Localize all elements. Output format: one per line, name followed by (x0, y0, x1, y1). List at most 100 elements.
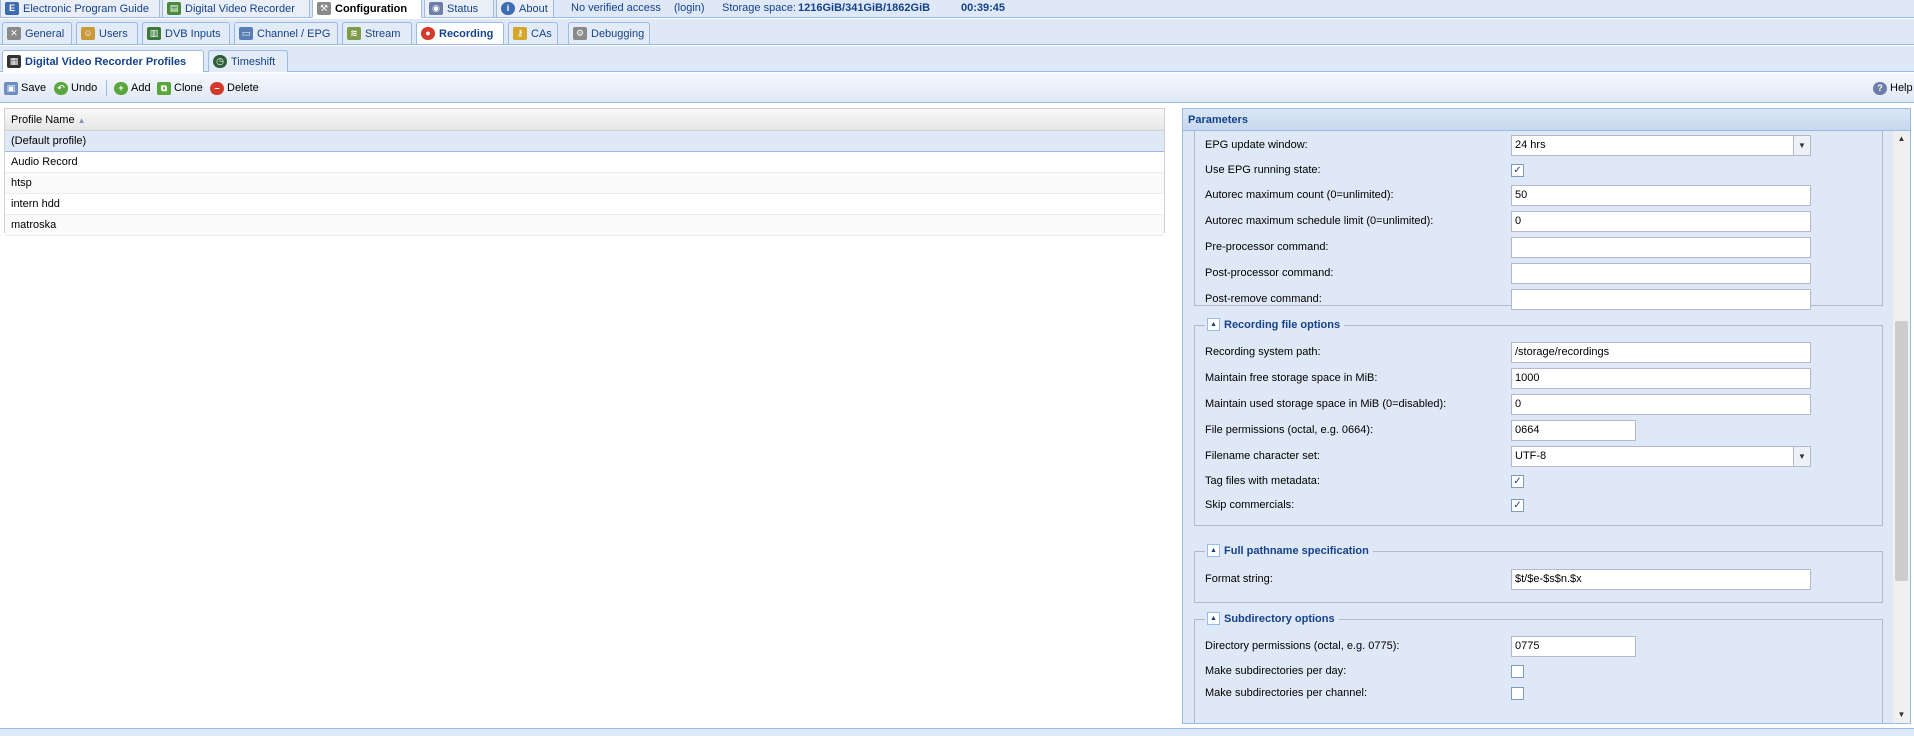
tab-recording[interactable]: ● Recording (416, 22, 504, 44)
post-processor-input[interactable] (1511, 263, 1811, 284)
tab-debugging[interactable]: ⚙ Debugging (568, 22, 650, 44)
legend-label: Recording file options (1224, 318, 1341, 331)
field-label: Post-processor command: (1205, 267, 1334, 279)
tab-label: About (519, 2, 548, 15)
parameters-form: EPG update window: 24 hrs ▼ Use EPG runn… (1183, 131, 1910, 723)
chevron-down-icon[interactable]: ▼ (1793, 447, 1810, 466)
file-permissions-input[interactable]: 0664 (1511, 420, 1636, 441)
tab-dvr[interactable]: ▤ Digital Video Recorder (162, 0, 310, 18)
subdir-per-channel-checkbox[interactable] (1511, 687, 1524, 700)
table-row[interactable]: (Default profile) (5, 131, 1164, 152)
configuration-tab-bar: ✕ General ☺ Users ▥ DVB Inputs ▭ Channel… (0, 19, 1914, 45)
tab-stream[interactable]: ≋ Stream (342, 22, 412, 44)
delete-button[interactable]: – Delete (210, 80, 259, 96)
scroll-thumb[interactable] (1895, 321, 1908, 581)
scroll-up-icon[interactable]: ▲ (1893, 131, 1910, 147)
recording-path-row: Recording system path: /storage/recordin… (1205, 341, 1875, 363)
post-processor-row: Post-processor command: (1205, 262, 1875, 284)
free-space-input[interactable]: 1000 (1511, 368, 1811, 389)
eye-icon: ◉ (429, 2, 443, 15)
autorec-max-count-input[interactable]: 50 (1511, 185, 1811, 206)
recording-file-fieldset: ▲ Recording file options Recording syste… (1194, 318, 1883, 526)
clone-icon: ⧉ (157, 81, 171, 95)
select-value: 24 hrs (1515, 139, 1546, 151)
main-tab-bar: E Electronic Program Guide ▤ Digital Vid… (0, 0, 1914, 18)
field-label: EPG update window: (1205, 139, 1308, 151)
epg-update-window-select[interactable]: 24 hrs ▼ (1511, 135, 1811, 156)
help-button[interactable]: ? Help (1873, 80, 1913, 96)
field-label: File permissions (octal, e.g. 0664): (1205, 424, 1374, 436)
tab-dvb-inputs[interactable]: ▥ DVB Inputs (142, 22, 230, 44)
toolbar-separator (106, 80, 107, 96)
save-button[interactable]: ▣ Save (4, 80, 46, 96)
field-label: Pre-processor command: (1205, 241, 1329, 253)
tab-general[interactable]: ✕ General (2, 22, 72, 44)
file-permissions-row: File permissions (octal, e.g. 0664): 066… (1205, 419, 1875, 441)
subdir-per-day-checkbox[interactable] (1511, 665, 1524, 678)
tab-dvr-profiles[interactable]: ▦ Digital Video Recorder Profiles (2, 50, 204, 72)
field-label: Skip commercials: (1205, 499, 1295, 511)
tab-configuration[interactable]: ⚒ Configuration (312, 0, 422, 18)
tag-metadata-checkbox[interactable]: ✓ (1511, 475, 1524, 488)
tab-channel-epg[interactable]: ▭ Channel / EPG (234, 22, 338, 44)
directory-permissions-input[interactable]: 0775 (1511, 636, 1636, 657)
panel-scrollbar[interactable]: ▲ ▼ (1893, 131, 1910, 723)
collapse-icon[interactable]: ▲ (1207, 544, 1220, 557)
storage-value: 1216GiB/341GiB/1862GiB (798, 2, 931, 14)
collapse-icon[interactable]: ▲ (1207, 318, 1220, 331)
autorec-schedule-limit-input[interactable]: 0 (1511, 211, 1811, 232)
undo-button[interactable]: ↶ Undo (54, 80, 97, 96)
tab-users[interactable]: ☺ Users (76, 22, 138, 44)
add-button[interactable]: + Add (114, 80, 151, 96)
filename-charset-select[interactable]: UTF-8 ▼ (1511, 446, 1811, 467)
fieldset-legend: ▲ Full pathname specification (1205, 544, 1373, 557)
login-link[interactable]: (login) (674, 0, 705, 18)
record-icon: ● (421, 27, 435, 40)
clone-label: Clone (174, 82, 203, 94)
filename-charset-row: Filename character set: UTF-8 ▼ (1205, 445, 1875, 467)
collapse-icon[interactable]: ▲ (1207, 612, 1220, 625)
dvr-profile-icon: ▦ (7, 55, 21, 68)
chevron-down-icon[interactable]: ▼ (1793, 136, 1810, 155)
table-row[interactable]: matroska (5, 215, 1164, 236)
autorec-max-count-row: Autorec maximum count (0=unlimited): 50 (1205, 184, 1875, 206)
field-label: Tag files with metadata: (1205, 475, 1320, 487)
scroll-down-icon[interactable]: ▼ (1893, 707, 1910, 723)
tab-label: Channel / EPG (257, 27, 331, 40)
table-row[interactable]: intern hdd (5, 194, 1164, 215)
key-icon: ⚷ (513, 27, 527, 40)
select-value: UTF-8 (1515, 450, 1547, 462)
field-label: Filename character set: (1205, 450, 1320, 462)
column-title: Profile Name (11, 114, 75, 126)
column-header-profile-name[interactable]: Profile Name ▲ (5, 109, 1164, 131)
pre-processor-row: Pre-processor command: (1205, 236, 1875, 258)
tab-cas[interactable]: ⚷ CAs (508, 22, 558, 44)
field-label: Use EPG running state: (1205, 164, 1321, 176)
use-epg-running-state-checkbox[interactable]: ✓ (1511, 164, 1524, 177)
tab-label: Stream (365, 27, 401, 40)
clone-button[interactable]: ⧉ Clone (157, 80, 203, 96)
used-space-row: Maintain used storage space in MiB (0=di… (1205, 393, 1875, 415)
table-row[interactable]: htsp (5, 173, 1164, 194)
tab-status[interactable]: ◉ Status (424, 0, 494, 18)
table-row[interactable]: Audio Record (5, 152, 1164, 173)
post-remove-input[interactable] (1511, 289, 1811, 310)
epg-icon: E (5, 2, 19, 15)
tab-about[interactable]: i About (496, 0, 554, 18)
fieldset-legend: ▲ Recording file options (1205, 318, 1345, 331)
pre-processor-input[interactable] (1511, 237, 1811, 258)
tab-epg[interactable]: E Electronic Program Guide (0, 0, 160, 18)
info-icon: i (501, 2, 515, 15)
tab-label: DVB Inputs (165, 27, 221, 40)
bottom-bar (0, 728, 1914, 736)
post-remove-row: Post-remove command: (1205, 288, 1875, 310)
used-space-input[interactable]: 0 (1511, 394, 1811, 415)
save-icon: ▣ (4, 81, 18, 95)
format-string-input[interactable]: $t/$e-$s$n.$x (1511, 569, 1811, 590)
skip-commercials-checkbox[interactable]: ✓ (1511, 499, 1524, 512)
tab-timeshift[interactable]: ◷ Timeshift (208, 50, 288, 72)
field-label: Format string: (1205, 573, 1273, 585)
tools-icon: ✕ (7, 27, 21, 40)
recording-tab-bar: ▦ Digital Video Recorder Profiles ◷ Time… (0, 46, 1914, 72)
recording-path-input[interactable]: /storage/recordings (1511, 342, 1811, 363)
